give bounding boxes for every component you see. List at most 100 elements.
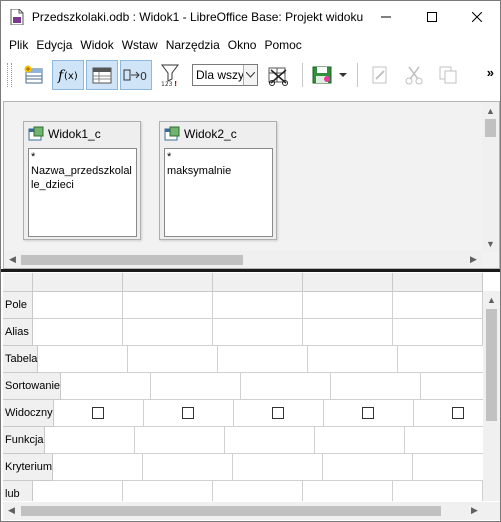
grid-cell[interactable] bbox=[218, 346, 309, 373]
clear-query-icon[interactable] bbox=[262, 60, 294, 90]
visible-checkbox[interactable] bbox=[272, 407, 285, 419]
menu-narzedzia[interactable]: Narzędzia bbox=[162, 38, 224, 52]
save-icon[interactable] bbox=[309, 60, 335, 90]
grid-cell[interactable] bbox=[398, 346, 489, 373]
grid-cell[interactable] bbox=[303, 481, 393, 501]
grid-cell[interactable] bbox=[38, 346, 129, 373]
copy-icon[interactable] bbox=[432, 60, 464, 90]
save-dropdown-icon[interactable] bbox=[337, 60, 349, 90]
grid-cell[interactable] bbox=[213, 292, 303, 319]
menu-edycja[interactable]: Edycja bbox=[32, 38, 76, 52]
grid-cell[interactable] bbox=[233, 400, 324, 427]
grid-cell[interactable] bbox=[53, 454, 144, 481]
field-list[interactable]: * maksymalnie bbox=[164, 148, 273, 237]
table-window-title[interactable]: Widok1_c bbox=[24, 122, 140, 146]
scrollbar-thumb[interactable] bbox=[485, 119, 496, 137]
scrollbar-thumb[interactable] bbox=[21, 506, 441, 516]
field-item[interactable]: maksymalnie bbox=[167, 164, 270, 178]
grid-cell[interactable] bbox=[404, 427, 495, 454]
query-design-grid[interactable]: Pole Alias Tabela Sortowanie Widoczny Funkcja… bbox=[3, 273, 500, 501]
grid-cell[interactable] bbox=[123, 481, 213, 501]
visible-checkbox[interactable] bbox=[452, 407, 465, 419]
visible-checkbox[interactable] bbox=[182, 407, 195, 419]
menu-widok[interactable]: Widok bbox=[76, 38, 117, 52]
scroll-right-icon[interactable]: ▶ bbox=[465, 251, 482, 268]
visible-checkbox[interactable] bbox=[92, 407, 105, 419]
grid-cell[interactable] bbox=[224, 427, 315, 454]
grid-cell[interactable] bbox=[143, 400, 234, 427]
grid-cell[interactable] bbox=[134, 427, 225, 454]
column-header[interactable] bbox=[213, 273, 303, 292]
grid-cell[interactable] bbox=[213, 481, 303, 501]
grid-vertical-scrollbar[interactable]: ▲ bbox=[483, 291, 500, 501]
grid-cell[interactable] bbox=[241, 373, 332, 400]
cut-icon[interactable] bbox=[398, 60, 430, 90]
distinct-values-icon[interactable]: 123! bbox=[154, 60, 186, 90]
column-header[interactable] bbox=[33, 273, 123, 292]
add-table-icon[interactable] bbox=[18, 60, 50, 90]
chevron-down-icon[interactable] bbox=[243, 65, 257, 85]
grid-cell[interactable] bbox=[33, 319, 123, 346]
grid-cell[interactable] bbox=[151, 373, 242, 400]
grid-cell[interactable] bbox=[393, 292, 483, 319]
menu-wstaw[interactable]: Wstaw bbox=[118, 38, 162, 52]
grid-cell[interactable] bbox=[323, 454, 414, 481]
grid-cell[interactable] bbox=[213, 319, 303, 346]
scroll-right-icon[interactable]: ▶ bbox=[466, 502, 483, 519]
scrollbar-thumb[interactable] bbox=[486, 309, 497, 421]
menu-plik[interactable]: Plik bbox=[5, 38, 32, 52]
grid-cell[interactable] bbox=[393, 481, 483, 501]
grid-cell[interactable] bbox=[393, 319, 483, 346]
menu-pomoc[interactable]: Pomoc bbox=[260, 38, 305, 52]
functions-icon[interactable]: f (x) bbox=[52, 60, 84, 90]
scrollbar-thumb[interactable] bbox=[21, 255, 243, 265]
splitter[interactable] bbox=[1, 269, 500, 272]
field-list[interactable]: * Nazwa_przedszkolalle_dzieci bbox=[28, 148, 137, 237]
field-item[interactable]: Nazwa_przedszkolalle_dzieci bbox=[31, 164, 134, 192]
table-window-title[interactable]: Widok2_c bbox=[160, 122, 276, 146]
maximize-button[interactable] bbox=[409, 1, 455, 33]
menu-okno[interactable]: Okno bbox=[224, 38, 261, 52]
vertical-scrollbar[interactable]: ▲ ▼ bbox=[482, 102, 499, 252]
grid-cell[interactable] bbox=[303, 319, 393, 346]
toolbar-grip[interactable] bbox=[7, 63, 12, 87]
grid-cell[interactable] bbox=[308, 346, 399, 373]
horizontal-scrollbar[interactable]: ◀ ▶ bbox=[4, 251, 482, 268]
scroll-up-icon[interactable]: ▲ bbox=[483, 291, 500, 308]
table-design-area[interactable]: Widok1_c * Nazwa_przedszkolalle_dzieci W… bbox=[3, 101, 500, 269]
grid-cell[interactable] bbox=[143, 454, 234, 481]
title-bar[interactable]: Przedszkolaki.odb : Widok1 - LibreOffice… bbox=[1, 1, 500, 33]
grid-cell[interactable] bbox=[33, 292, 123, 319]
field-item[interactable]: * bbox=[31, 150, 134, 164]
grid-horizontal-scrollbar[interactable]: ◀ ▶ bbox=[3, 502, 483, 520]
more-icon[interactable]: » bbox=[487, 65, 494, 80]
close-button[interactable] bbox=[454, 1, 500, 33]
grid-cell[interactable] bbox=[233, 454, 324, 481]
grid-cell[interactable] bbox=[314, 427, 405, 454]
grid-cell[interactable] bbox=[44, 427, 135, 454]
table-names-icon[interactable] bbox=[86, 60, 118, 90]
limit-select[interactable]: Dla wszy bbox=[192, 64, 258, 86]
aliases-icon[interactable]: 0 bbox=[120, 60, 152, 90]
grid-cell[interactable] bbox=[61, 373, 152, 400]
table-window-widok2[interactable]: Widok2_c * maksymalnie bbox=[159, 121, 277, 240]
grid-cell[interactable] bbox=[128, 346, 219, 373]
scroll-up-icon[interactable]: ▲ bbox=[482, 102, 499, 119]
table-window-widok1[interactable]: Widok1_c * Nazwa_przedszkolalle_dzieci bbox=[23, 121, 141, 240]
field-item[interactable]: * bbox=[167, 150, 270, 164]
scroll-left-icon[interactable]: ◀ bbox=[3, 502, 20, 519]
scroll-down-icon[interactable]: ▼ bbox=[482, 235, 499, 252]
scroll-left-icon[interactable]: ◀ bbox=[4, 251, 21, 268]
visible-checkbox[interactable] bbox=[362, 407, 375, 419]
grid-cell[interactable] bbox=[123, 292, 213, 319]
column-header[interactable] bbox=[123, 273, 213, 292]
grid-cell[interactable] bbox=[323, 400, 414, 427]
edit-icon[interactable] bbox=[364, 60, 396, 90]
column-header[interactable] bbox=[303, 273, 393, 292]
grid-cell[interactable] bbox=[123, 319, 213, 346]
grid-cell[interactable] bbox=[33, 481, 123, 501]
minimize-button[interactable] bbox=[363, 1, 409, 33]
grid-cell[interactable] bbox=[303, 292, 393, 319]
grid-cell[interactable] bbox=[331, 373, 422, 400]
grid-cell[interactable] bbox=[53, 400, 144, 427]
